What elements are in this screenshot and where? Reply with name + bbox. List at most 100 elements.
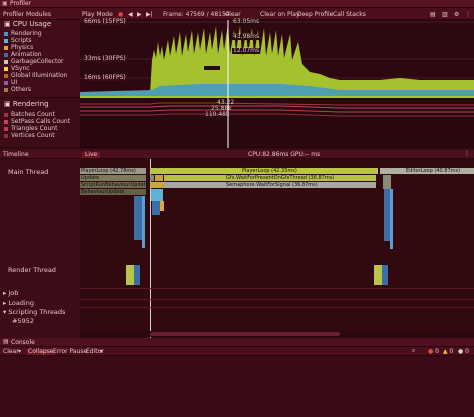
call-stacks-button[interactable]: Call Stacks xyxy=(333,11,366,18)
menu-icon[interactable]: ⋮ xyxy=(465,11,471,18)
last-frame-icon[interactable]: ▶| xyxy=(146,11,153,18)
deep-profile-button[interactable]: Deep Profile xyxy=(297,11,333,18)
console-icon: ▤ xyxy=(3,338,9,345)
block-update-stack-b[interactable] xyxy=(151,189,163,201)
timeline-area[interactable]: PlayerLoop (42.78ms) Update ScriptRunBeh… xyxy=(80,159,474,343)
thread-job[interactable]: ▸ Job xyxy=(3,290,18,297)
cpu-gpu-timing: CPU:82.86ms GPU:-- ms xyxy=(248,151,321,158)
setpass-line xyxy=(80,105,474,109)
legend-swatch xyxy=(4,59,8,64)
timeline-scrollbar[interactable] xyxy=(80,331,474,337)
render-block-left-a[interactable] xyxy=(126,265,134,285)
legend-swatch xyxy=(4,133,8,138)
block-update-stack-c[interactable] xyxy=(152,201,160,215)
save-icon[interactable]: ▥ xyxy=(442,11,448,18)
block-gfx-wait[interactable]: Gfx.WaitForPresentOnGfxThread (36.87ms) xyxy=(164,175,376,181)
block-stack-left-b[interactable] xyxy=(142,196,145,248)
block-semaphore[interactable]: Semaphore.WaitForSignal (36.87ms) xyxy=(164,182,376,188)
block-update-left[interactable]: Update xyxy=(80,175,146,181)
console-editor-chevron-icon[interactable]: ▾ xyxy=(100,349,103,355)
rendering-module-title: Rendering xyxy=(12,100,49,108)
render-block-right-a[interactable] xyxy=(374,265,382,285)
error-icon: ● xyxy=(428,348,434,355)
console-log-area[interactable] xyxy=(0,356,474,417)
cpu-usage-chart[interactable]: 66ms (15FPS) 33ms (30FPS) 16ms (60FPS) 6… xyxy=(80,18,474,98)
error-count-toggle[interactable]: ● 0 xyxy=(428,349,439,355)
selection-value-low: 12.07ms xyxy=(232,47,261,54)
legend-swatch xyxy=(4,119,8,124)
thread-separator xyxy=(80,288,474,289)
block-stack-right-c[interactable] xyxy=(390,189,393,249)
thread-loading[interactable]: ▸ Loading xyxy=(3,300,34,307)
settings-icon[interactable]: ⚙ xyxy=(454,11,459,18)
thread-scripting[interactable]: ▾ Scripting Threads xyxy=(3,309,65,316)
legend-swatch xyxy=(4,87,8,92)
legend-swatch xyxy=(4,126,8,131)
legend-swatch xyxy=(4,45,8,50)
rendering-module-list[interactable]: ▣ Rendering Batches Count SetPass Calls … xyxy=(0,98,80,148)
block-update-stack-d[interactable] xyxy=(160,201,164,211)
block-stack-left-a[interactable] xyxy=(134,196,142,240)
batches-line xyxy=(80,102,474,106)
timeline-settings-icon[interactable]: ⋮ xyxy=(464,151,470,157)
legend-others[interactable]: Others xyxy=(4,87,31,93)
marker-16ms: 16ms (60FPS) xyxy=(83,74,127,81)
legend-swatch xyxy=(4,66,8,71)
selection-value-top: 63.05ms xyxy=(232,18,261,25)
log-count-toggle[interactable]: ● 0 xyxy=(458,349,469,355)
load-icon[interactable]: ▤ xyxy=(430,11,436,18)
thread-main[interactable]: Main Thread xyxy=(8,169,48,176)
block-playerloop-child-b[interactable] xyxy=(155,175,163,181)
info-icon: ● xyxy=(458,348,464,355)
timeline-toolbar: Timeline Live CPU:82.86ms GPU:-- ms ⋮ xyxy=(0,150,474,159)
clear-on-play-button[interactable]: Clear on Play xyxy=(260,11,300,18)
block-behaviour-update-left[interactable]: BehaviourUpdate xyxy=(80,189,146,195)
live-toggle[interactable]: Live xyxy=(82,152,101,158)
profiler-modules-dropdown[interactable]: Profiler Modules xyxy=(3,11,51,18)
block-update-stack-a[interactable] xyxy=(150,182,164,188)
warning-count-toggle[interactable]: ▲ 0 xyxy=(443,349,453,355)
legend-swatch xyxy=(4,112,8,117)
rendering-module-header[interactable]: ▣ Rendering xyxy=(4,101,49,108)
console-collapse-button[interactable]: Collapse xyxy=(27,349,55,355)
thread-separator xyxy=(80,299,474,300)
block-script-run-left[interactable]: ScriptRunBehaviourUpdate xyxy=(80,182,149,188)
timeline-view-dropdown[interactable]: Timeline xyxy=(3,152,29,158)
block-editor-loop[interactable]: EditorLoop (40.87ms) xyxy=(380,168,474,174)
clear-button[interactable]: Clear xyxy=(225,11,241,18)
legend-swatch xyxy=(4,52,8,57)
profiler-window-tab[interactable]: ▣ Profiler xyxy=(0,0,474,8)
selection-value-mid: 43.98ms xyxy=(232,33,261,40)
cpu-module-header[interactable]: ▣ CPU Usage xyxy=(4,21,51,28)
console-error-pause-button[interactable]: Error Pause xyxy=(53,349,87,355)
rendering-chart-svg xyxy=(80,98,474,148)
timeline-scroll-thumb[interactable] xyxy=(150,332,340,336)
play-mode-dropdown[interactable]: Play Mode xyxy=(82,11,113,18)
block-player-loop-left[interactable]: PlayerLoop (42.78ms) xyxy=(80,168,146,174)
profiler-icon: ▣ xyxy=(2,0,8,7)
thread-render[interactable]: Render Thread xyxy=(8,267,56,274)
record-icon[interactable]: ● xyxy=(118,11,123,18)
thread-separator xyxy=(80,307,474,308)
console-tab[interactable]: Console xyxy=(11,340,35,346)
next-frame-icon[interactable]: ▶ xyxy=(137,11,142,18)
legend-swatch xyxy=(4,31,8,36)
triangles-line xyxy=(80,109,474,113)
warning-icon: ▲ xyxy=(443,348,448,355)
prev-frame-icon[interactable]: ◀ xyxy=(128,11,133,18)
window-title: Profiler xyxy=(10,0,32,7)
console-search-icon[interactable]: ⌕ xyxy=(412,348,415,354)
render-block-left-b[interactable] xyxy=(134,265,140,285)
console-clear-button[interactable]: Clear xyxy=(3,349,19,355)
console-clear-dropdown-icon[interactable]: ▾ xyxy=(18,349,21,355)
render-block-right-b[interactable] xyxy=(382,265,388,285)
legend-vertices[interactable]: Vertices Count xyxy=(4,133,55,139)
block-stack-right-a[interactable] xyxy=(383,175,391,189)
cpu-module-title: CPU Usage xyxy=(12,20,52,28)
thread-label-column: Main Thread Render Thread ▸ Job ▸ Loadin… xyxy=(0,159,80,343)
block-playerloop-child-a[interactable] xyxy=(150,175,154,181)
cpu-module-list[interactable]: ▣ CPU Usage Rendering Scripts Physics An… xyxy=(0,20,80,98)
block-player-loop[interactable]: PlayerLoop (42.35ms) xyxy=(150,168,378,174)
marker-33ms: 33ms (30FPS) xyxy=(83,55,127,62)
rendering-chart[interactable]: 43.22 25.88k 110.48k xyxy=(80,98,474,148)
